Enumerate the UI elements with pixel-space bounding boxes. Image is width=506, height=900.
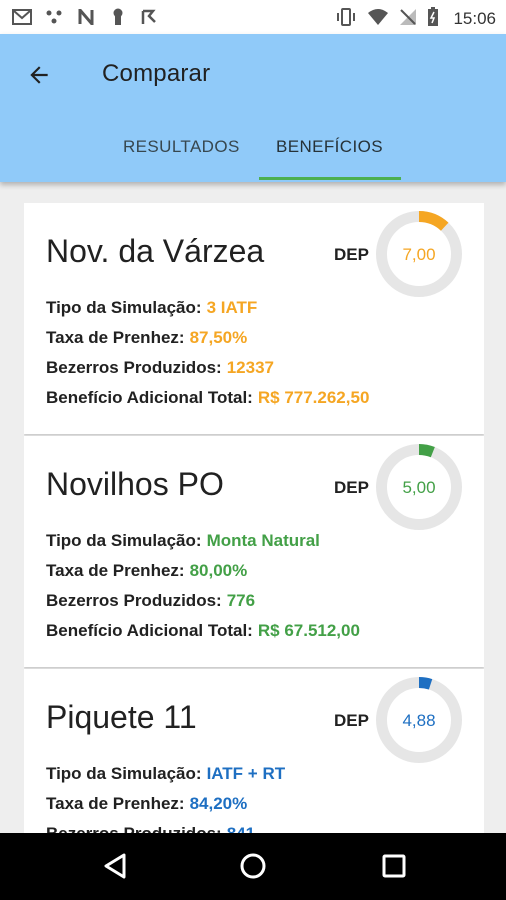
system-icons: 15:06 [335, 7, 496, 31]
comparison-card[interactable]: Piquete 11 DEP 4,88 Tipo da Simulação: IA… [24, 669, 484, 833]
info-row-taxa: Taxa de Prenhez: 84,20% [46, 794, 247, 814]
nav-home-button[interactable] [233, 848, 273, 884]
dep-label: DEP [334, 478, 369, 497]
n-icon [76, 8, 96, 26]
dep-value: 4,88 [402, 711, 435, 730]
dep-label: DEP [334, 245, 369, 264]
dots-icon [44, 8, 64, 26]
row-value: 776 [226, 591, 256, 610]
comparison-card[interactable]: Nov. da Várzea DEP 7,00 Tipo da Simulaçã… [24, 203, 484, 434]
row-value: R$ 777.262,50 [257, 388, 370, 407]
row-value: 87,50% [189, 328, 248, 347]
tab-indicator [259, 177, 401, 180]
card-title: Novilhos PO [46, 466, 224, 502]
row-value: 12337 [226, 358, 274, 377]
dep-label: DEP [334, 711, 369, 730]
row-value: 80,00% [189, 561, 248, 580]
row-label: Tipo da Simulação: [46, 764, 202, 783]
info-row-bezerros: Bezerros Produzidos: 776 [46, 591, 255, 611]
row-label: Tipo da Simulação: [46, 298, 202, 317]
row-label: Bezerros Produzidos: [46, 824, 222, 833]
row-label: Tipo da Simulação: [46, 531, 202, 550]
row-value: 84,20% [189, 794, 248, 813]
comparison-card[interactable]: Novilhos PO DEP 5,00 Tipo da Simulação: M… [24, 436, 484, 667]
dep-donut-chart: 5,00 [376, 444, 462, 530]
no-signal-icon [399, 8, 417, 30]
info-row-tipo: Tipo da Simulação: 3 IATF [46, 298, 257, 318]
info-row-taxa: Taxa de Prenhez: 87,50% [46, 328, 247, 348]
clock: 15:06 [453, 9, 496, 28]
row-label: Taxa de Prenhez: [46, 561, 185, 580]
dep-donut-chart: 4,88 [376, 677, 462, 763]
system-nav-bar [0, 833, 506, 900]
tab-beneficios[interactable]: BENEFÍCIOS [276, 137, 383, 157]
info-row-beneficio: Benefício Adicional Total: R$ 777.262,50 [46, 388, 369, 408]
row-value: 3 IATF [206, 298, 258, 317]
info-row-tipo: Tipo da Simulação: IATF + RT [46, 764, 285, 784]
dep-donut-chart: 7,00 [376, 211, 462, 297]
info-row-bezerros: Bezerros Produzidos: 841 [46, 824, 255, 833]
arrow-back-icon [30, 66, 48, 84]
info-row-tipo: Tipo da Simulação: Monta Natural [46, 531, 320, 551]
home-icon [240, 853, 266, 879]
row-value: R$ 67.512,00 [257, 621, 360, 640]
comparison-list[interactable]: Nov. da Várzea DEP 7,00 Tipo da Simulaçã… [24, 203, 484, 833]
row-label: Bezerros Produzidos: [46, 358, 222, 377]
battery-icon [427, 7, 439, 31]
row-label: Taxa de Prenhez: [46, 794, 185, 813]
row-label: Benefício Adicional Total: [46, 388, 253, 407]
nav-back-button[interactable] [95, 848, 135, 884]
recents-icon [382, 854, 406, 878]
row-label: Bezerros Produzidos: [46, 591, 222, 610]
nav-recents-button[interactable] [374, 848, 414, 884]
info-row-taxa: Taxa de Prenhez: 80,00% [46, 561, 247, 581]
dep-value: 5,00 [402, 478, 435, 497]
status-bar: 15:06 [0, 0, 506, 34]
card-title: Piquete 11 [46, 699, 197, 735]
back-icon [104, 853, 126, 879]
info-row-bezerros: Bezerros Produzidos: 12337 [46, 358, 274, 378]
row-label: Taxa de Prenhez: [46, 328, 185, 347]
row-label: Benefício Adicional Total: [46, 621, 253, 640]
wifi-icon [367, 8, 389, 30]
page-title: Comparar [102, 60, 211, 87]
info-row-beneficio: Benefício Adicional Total: R$ 67.512,00 [46, 621, 360, 641]
gmail-icon [12, 8, 32, 26]
vibrate-icon [335, 8, 357, 30]
row-value: Monta Natural [206, 531, 320, 550]
app-bar: Comparar RESULTADOS BENEFÍCIOS [0, 34, 506, 182]
dep-value: 7,00 [402, 245, 435, 264]
notification-icons [12, 8, 160, 26]
row-value: IATF + RT [206, 764, 286, 783]
card-title: Nov. da Várzea [46, 233, 265, 269]
tab-resultados[interactable]: RESULTADOS [123, 137, 240, 157]
back-button[interactable] [22, 58, 56, 92]
keyhole-icon [108, 8, 128, 26]
check-flag-icon [140, 8, 160, 26]
row-value: 841 [227, 824, 255, 833]
